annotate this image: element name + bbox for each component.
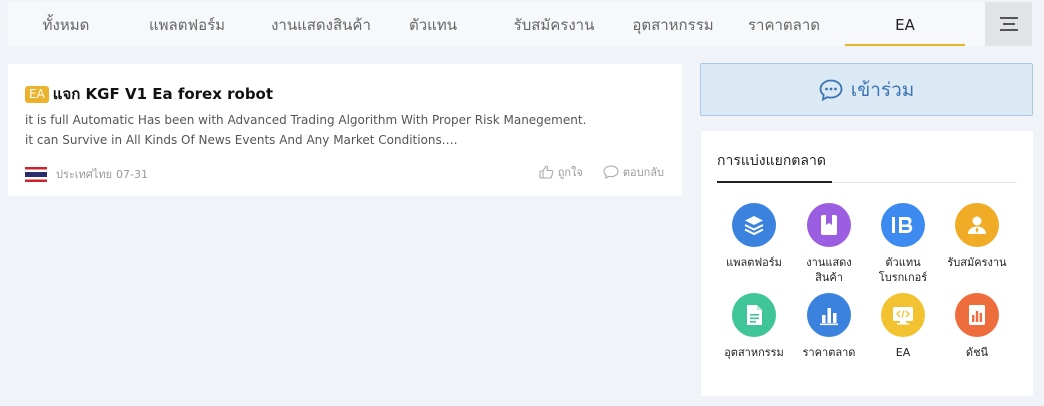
post-title-row: EA แจก KGF V1 Ea forex robot — [25, 82, 273, 106]
post-date: 07-31 — [116, 167, 148, 181]
thailand-flag-icon — [25, 166, 47, 182]
post-excerpt: it is full Automatic Has been with Advan… — [25, 110, 665, 150]
tab-recruitment[interactable]: รับสมัครงาน — [493, 2, 615, 46]
like-button[interactable]: ถูกใจ — [539, 163, 583, 181]
category-label: ดัชนี — [965, 346, 989, 359]
bar-chart-icon — [807, 293, 851, 337]
tab-platform[interactable]: แพลตฟอร์ม — [124, 2, 250, 46]
category-ea[interactable]: EA — [865, 293, 941, 360]
post-title[interactable]: แจก KGF V1 Ea forex robot — [53, 82, 273, 106]
person-icon — [955, 203, 999, 247]
tab-ea[interactable]: EA — [845, 2, 965, 46]
tab-market-price[interactable]: ราคาตลาด — [732, 2, 836, 46]
code-icon — [881, 293, 925, 337]
post-excerpt-line-1: it is full Automatic Has been with Advan… — [25, 113, 587, 127]
reply-button[interactable]: ตอบกลับ — [603, 163, 664, 181]
category-recruitment[interactable]: รับสมัครงาน — [939, 203, 1015, 270]
category-label: ราคาตลาด — [802, 346, 856, 359]
join-label: เข้าร่วม — [850, 78, 915, 101]
category-broker[interactable]: ตัวแทน โบรกเกอร์ — [865, 203, 941, 285]
like-label: ถูกใจ — [557, 166, 583, 179]
category-label: รับสมัครงาน — [947, 256, 1007, 269]
tab-all[interactable]: ทั้งหมด — [8, 2, 124, 46]
bookmark-icon — [807, 203, 851, 247]
join-button[interactable]: เข้าร่วม — [700, 63, 1033, 116]
post-card[interactable]: EA แจก KGF V1 Ea forex robot it is full … — [8, 64, 682, 196]
category-label: EA — [895, 346, 911, 359]
category-market-price[interactable]: ราคาตลาด — [791, 293, 867, 360]
category-label: แพลตฟอร์ม — [726, 256, 782, 269]
ib-icon — [881, 203, 925, 247]
reply-label: ตอบกลับ — [622, 166, 664, 179]
category-label: ตัวแทน โบรกเกอร์ — [878, 256, 928, 284]
category-platform[interactable]: แพลตฟอร์ม — [716, 203, 792, 270]
category-label: อุตสาหกรรม — [724, 346, 784, 359]
category-section-title: การแบ่งแยกตลาด — [717, 153, 826, 169]
category-label: งานแสดง สินค้า — [806, 256, 852, 284]
document-icon — [732, 293, 776, 337]
layers-icon — [732, 203, 776, 247]
market-category-card: การแบ่งแยกตลาด แพลตฟอร์ม งานแสดง สินค้า — [701, 131, 1033, 396]
category-index[interactable]: ดัชนี — [939, 293, 1015, 360]
post-excerpt-line-2: it can Survive in All Kinds Of News Even… — [25, 133, 458, 147]
post-country: ประเทศไทย — [56, 168, 113, 181]
post-meta: ประเทศไทย 07-31 — [25, 165, 148, 183]
hamburger-menu-icon — [999, 17, 1018, 31]
tab-industry[interactable]: อุตสาหกรรม — [610, 2, 736, 46]
category-industry[interactable]: อุตสาหกรรม — [716, 293, 792, 360]
chat-bubble-icon — [819, 79, 843, 101]
section-title-underline — [717, 181, 832, 183]
category-tab-bar: ทั้งหมด แพลตฟอร์ม งานแสดงสินค้า ตัวแทน ร… — [8, 2, 1032, 46]
ea-badge: EA — [25, 85, 49, 103]
tab-exhibition[interactable]: งานแสดงสินค้า — [248, 2, 394, 46]
menu-button[interactable] — [985, 2, 1032, 46]
post-actions: ถูกใจ ตอบกลับ — [519, 163, 664, 181]
tab-broker[interactable]: ตัวแทน — [380, 2, 486, 46]
comment-icon — [603, 165, 619, 179]
index-icon — [955, 293, 999, 337]
category-exhibition[interactable]: งานแสดง สินค้า — [791, 203, 867, 285]
thumbs-up-icon — [539, 165, 554, 179]
